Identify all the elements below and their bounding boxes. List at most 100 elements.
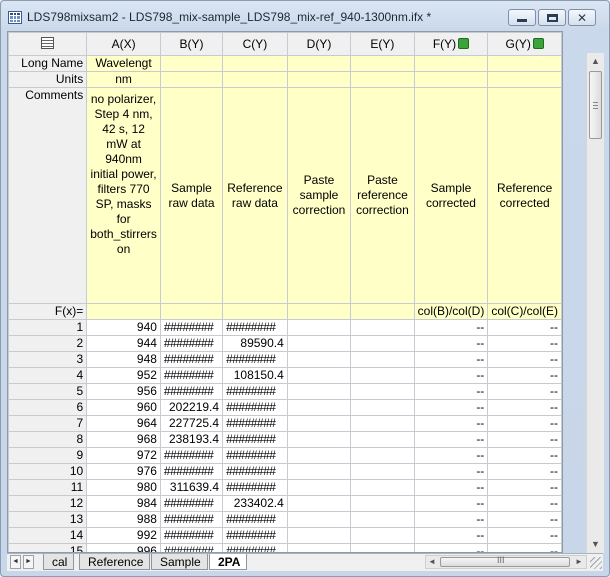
data-cell[interactable] [350, 319, 415, 336]
long-name-row-cell[interactable]: Wavelengt [86, 55, 161, 72]
data-cell[interactable]: -- [413, 495, 489, 512]
tab-cal[interactable]: cal [43, 554, 75, 570]
scroll-down-icon[interactable]: ▼ [587, 536, 604, 553]
row-number[interactable]: 8 [8, 431, 88, 448]
data-cell[interactable]: -- [487, 495, 562, 512]
data-cell[interactable]: -- [413, 479, 489, 496]
formula-row-label[interactable]: F(x)= [8, 303, 88, 320]
row-number[interactable]: 12 [8, 495, 88, 512]
data-cell[interactable]: 952 [86, 367, 161, 384]
data-cell[interactable]: ######## [159, 447, 224, 464]
data-cell[interactable]: 960 [86, 399, 161, 416]
data-cell[interactable] [286, 479, 352, 496]
data-cell[interactable]: ######## [222, 383, 288, 400]
data-cell[interactable]: 940 [86, 319, 161, 336]
units-row-cell[interactable] [413, 71, 489, 88]
data-cell[interactable]: ######## [159, 319, 224, 336]
data-cell[interactable]: -- [413, 543, 489, 552]
data-cell[interactable] [286, 495, 352, 512]
data-cell[interactable]: -- [487, 399, 562, 416]
data-cell[interactable]: 108150.4 [222, 367, 288, 384]
data-cell[interactable]: -- [487, 431, 562, 448]
data-cell[interactable] [350, 415, 415, 432]
row-number[interactable]: 4 [8, 367, 88, 384]
data-cell[interactable]: -- [487, 543, 562, 552]
first-sheet-icon[interactable]: ◄ [10, 555, 21, 569]
data-cell[interactable] [350, 351, 415, 368]
data-cell[interactable]: 238193.4 [159, 431, 224, 448]
row-number[interactable]: 13 [8, 511, 88, 528]
row-number[interactable]: 11 [8, 479, 88, 496]
data-cell[interactable] [286, 447, 352, 464]
data-cell[interactable]: 964 [86, 415, 161, 432]
data-cell[interactable]: ######## [159, 527, 224, 544]
data-cell[interactable]: -- [487, 415, 562, 432]
long-name-row-cell[interactable] [487, 55, 562, 72]
data-cell[interactable]: ######## [222, 415, 288, 432]
horizontal-scrollbar[interactable]: ◄ III ► [425, 555, 587, 569]
column-header[interactable]: D(Y) [286, 32, 352, 56]
long-name-row-cell[interactable] [286, 55, 352, 72]
data-cell[interactable]: ######## [159, 543, 224, 552]
data-cell[interactable] [350, 479, 415, 496]
minimize-button[interactable] [508, 9, 536, 26]
data-cell[interactable] [286, 463, 352, 480]
units-row-cell[interactable]: nm [86, 71, 161, 88]
data-cell[interactable]: -- [487, 463, 562, 480]
column-header[interactable]: G(Y) [487, 32, 562, 56]
formula-cell[interactable]: col(C)/col(E) [487, 303, 562, 320]
data-cell[interactable]: ######## [222, 543, 288, 552]
data-cell[interactable]: 988 [86, 511, 161, 528]
column-header[interactable]: E(Y) [350, 32, 415, 56]
data-cell[interactable] [350, 367, 415, 384]
units-row-label[interactable]: Units [8, 71, 88, 88]
data-cell[interactable]: ######## [159, 367, 224, 384]
long-name-row-label[interactable]: Long Name [8, 55, 88, 72]
row-number[interactable]: 6 [8, 399, 88, 416]
worksheet-grid[interactable]: A(X) B(Y) C(Y) D(Y) E(Y) F(Y) G(Y) Long Name Wav… [7, 31, 563, 553]
data-cell[interactable]: -- [413, 383, 489, 400]
data-cell[interactable]: 956 [86, 383, 161, 400]
data-cell[interactable]: ######## [222, 479, 288, 496]
row-number[interactable]: 9 [8, 447, 88, 464]
data-cell[interactable]: 968 [86, 431, 161, 448]
data-cell[interactable] [350, 463, 415, 480]
data-cell[interactable]: ######## [222, 527, 288, 544]
title-bar[interactable]: LDS798mixsam2 - LDS798_mix-sample_LDS798… [1, 1, 609, 31]
data-cell[interactable] [286, 335, 352, 352]
units-row-cell[interactable] [487, 71, 562, 88]
long-name-row-cell[interactable] [413, 55, 489, 72]
column-header[interactable]: C(Y) [222, 32, 288, 56]
comment-cell[interactable]: no polarizer, Step 4 nm, 42 s, 12 mW at … [86, 87, 161, 304]
row-number[interactable]: 3 [8, 351, 88, 368]
last-sheet-icon[interactable]: ► [23, 555, 34, 569]
formula-cell[interactable] [350, 303, 415, 320]
scroll-up-icon[interactable]: ▲ [587, 53, 604, 70]
data-cell[interactable]: -- [413, 399, 489, 416]
data-cell[interactable]: -- [487, 319, 562, 336]
formula-cell[interactable] [286, 303, 352, 320]
data-cell[interactable]: ######## [159, 511, 224, 528]
data-cell[interactable]: -- [413, 511, 489, 528]
data-cell[interactable]: 972 [86, 447, 161, 464]
formula-cell[interactable] [159, 303, 224, 320]
data-cell[interactable]: 227725.4 [159, 415, 224, 432]
data-cell[interactable]: -- [413, 415, 489, 432]
units-row-cell[interactable] [222, 71, 288, 88]
data-cell[interactable]: 976 [86, 463, 161, 480]
formula-cell[interactable]: col(B)/col(D) [413, 303, 489, 320]
data-cell[interactable]: ######## [159, 495, 224, 512]
row-number[interactable]: 1 [8, 319, 88, 336]
data-cell[interactable]: 89590.4 [222, 335, 288, 352]
formula-cell[interactable] [86, 303, 161, 320]
data-cell[interactable]: 311639.4 [159, 479, 224, 496]
long-name-row-cell[interactable] [222, 55, 288, 72]
data-cell[interactable] [350, 335, 415, 352]
data-cell[interactable]: ######## [222, 511, 288, 528]
resize-grip-icon[interactable] [590, 557, 602, 569]
data-cell[interactable]: ######## [159, 351, 224, 368]
data-cell[interactable]: -- [487, 367, 562, 384]
data-cell[interactable] [286, 399, 352, 416]
data-cell[interactable]: 202219.4 [159, 399, 224, 416]
data-cell[interactable] [286, 543, 352, 552]
